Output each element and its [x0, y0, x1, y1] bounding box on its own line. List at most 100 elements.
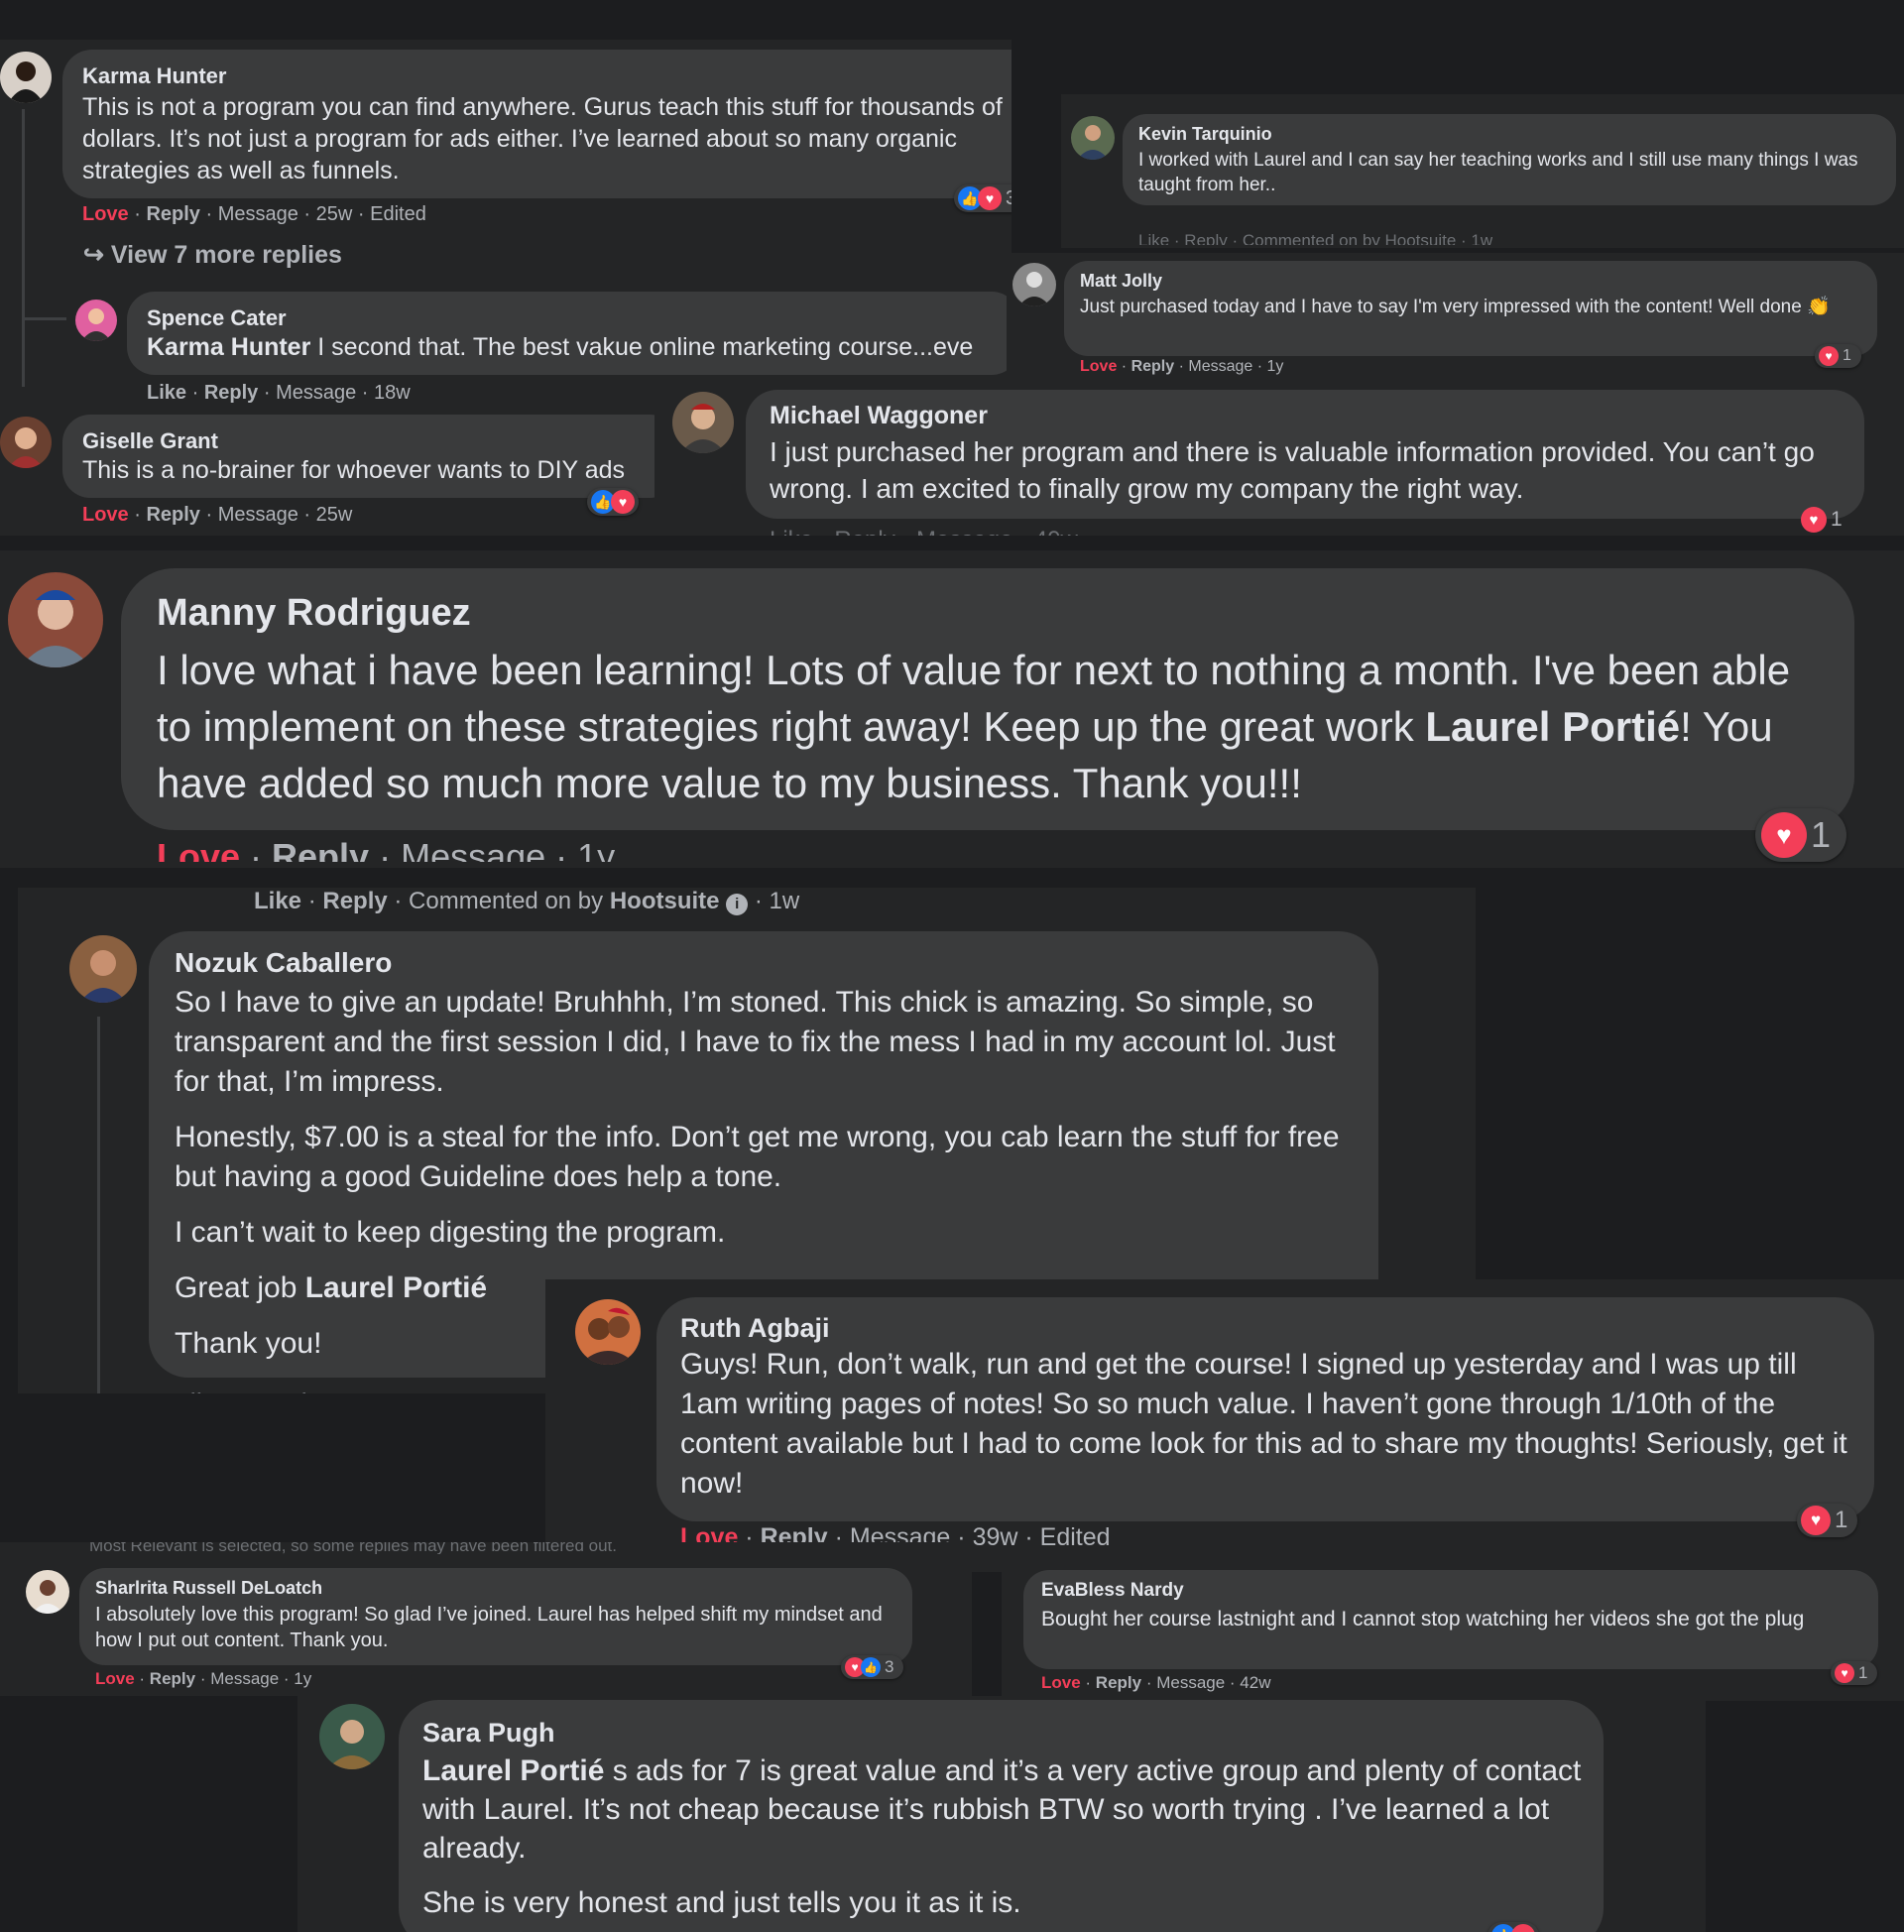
- reaction-count[interactable]: ♥ 1: [1831, 1661, 1878, 1685]
- comment-panel-evabless: EvaBless Nardy Bought her course lastnig…: [1002, 1562, 1904, 1701]
- comment-time[interactable]: 1y: [294, 1669, 311, 1688]
- heart-icon: ♥: [978, 186, 1002, 210]
- comment-text: I absolutely love this program! So glad …: [95, 1604, 883, 1651]
- comment-author[interactable]: Karma Hunter: [82, 63, 226, 89]
- heart-icon: ♥: [1819, 346, 1839, 366]
- comment-author[interactable]: Matt Jolly: [1080, 271, 1162, 292]
- avatar[interactable]: [319, 1704, 385, 1769]
- comment-author[interactable]: Sara Pugh: [422, 1718, 555, 1749]
- page-link[interactable]: Hootsuite: [610, 888, 720, 914]
- love-button[interactable]: Love: [82, 504, 129, 526]
- reply-button[interactable]: Reply: [146, 203, 199, 225]
- reaction-count[interactable]: 👍 ♥: [1488, 1922, 1539, 1932]
- avatar[interactable]: [0, 52, 52, 103]
- avatar[interactable]: [1012, 263, 1056, 306]
- reaction-number: 1: [1835, 1507, 1848, 1533]
- reaction-number: 3: [885, 1657, 894, 1676]
- reply-button[interactable]: Reply: [146, 504, 199, 526]
- reaction-count[interactable]: ♥ 1: [1797, 505, 1852, 535]
- reaction-count[interactable]: 👍 ♥ 37: [954, 184, 1012, 212]
- comment-text: This is not a program you can find anywh…: [82, 93, 1003, 184]
- heart-icon: ♥: [1511, 1924, 1535, 1932]
- reaction-count[interactable]: ♥ 1: [1815, 344, 1861, 368]
- edited-label: Edited: [370, 203, 426, 225]
- comment-author[interactable]: Nozuk Caballero: [175, 947, 392, 979]
- love-button[interactable]: Love: [157, 836, 240, 862]
- reaction-number: 1: [1811, 814, 1832, 855]
- comment-author[interactable]: Sharlrita Russell DeLoatch: [95, 1578, 322, 1599]
- comment-time[interactable]: 25w: [316, 504, 353, 526]
- comment-time[interactable]: 42w: [1240, 1673, 1270, 1692]
- reply-button[interactable]: Reply: [1096, 1673, 1141, 1692]
- avatar[interactable]: [1071, 116, 1115, 160]
- comment-author[interactable]: Ruth Agbaji: [680, 1313, 829, 1344]
- edited-label: Edited: [1039, 1523, 1111, 1551]
- comment-body: I second that. The best vakue online mar…: [310, 333, 974, 361]
- comment-body: Great job: [175, 1271, 305, 1304]
- comment-actions: Love · Reply · Message · 1y: [157, 836, 615, 862]
- like-button[interactable]: Like: [147, 382, 186, 404]
- comment-time[interactable]: 1w: [770, 888, 800, 914]
- info-icon[interactable]: i: [726, 894, 749, 915]
- reply-button[interactable]: Reply: [272, 836, 369, 862]
- reaction-count[interactable]: ♥ 1: [1755, 808, 1847, 862]
- avatar[interactable]: [26, 1570, 69, 1614]
- avatar[interactable]: [575, 1299, 641, 1365]
- reply-button[interactable]: Reply: [150, 1669, 195, 1688]
- avatar[interactable]: [0, 417, 52, 468]
- message-button[interactable]: Message: [210, 1669, 279, 1688]
- comment-text: I love what i have been learning! Lots o…: [157, 642, 1833, 811]
- reply-button[interactable]: Reply: [322, 888, 387, 914]
- message-button[interactable]: Message: [1188, 358, 1252, 375]
- avatar[interactable]: [8, 572, 103, 667]
- message-button[interactable]: Message: [218, 504, 298, 526]
- avatar[interactable]: [69, 935, 137, 1003]
- love-button[interactable]: Love: [95, 1669, 135, 1688]
- comment-actions: Love · Reply · Message · 25w: [82, 504, 353, 526]
- comment-author[interactable]: Spence Cater: [147, 305, 287, 331]
- message-button[interactable]: Message: [276, 382, 356, 404]
- mention-link[interactable]: Laurel Portié: [305, 1271, 487, 1304]
- comment-author[interactable]: Michael Waggoner: [770, 402, 988, 430]
- heart-icon: ♥: [1801, 507, 1827, 533]
- reply-button[interactable]: Reply: [204, 382, 258, 404]
- reaction-count[interactable]: 👍 ♥: [587, 488, 639, 516]
- comment-author[interactable]: Giselle Grant: [82, 428, 218, 454]
- reaction-number: 37: [1006, 186, 1012, 209]
- comment-time[interactable]: 1y: [1267, 358, 1284, 375]
- love-button[interactable]: Love: [1041, 1673, 1081, 1692]
- love-button[interactable]: Love: [1080, 358, 1117, 375]
- view-more-replies[interactable]: ↪ View 7 more replies: [83, 240, 342, 270]
- comment-time[interactable]: 18w: [374, 382, 411, 404]
- mention-link[interactable]: Karma Hunter: [147, 333, 310, 361]
- message-button[interactable]: Message: [401, 836, 545, 862]
- comment-time[interactable]: 39w: [973, 1523, 1018, 1551]
- reply-button[interactable]: Reply: [1131, 358, 1175, 375]
- mention-link[interactable]: Laurel Portié: [1425, 703, 1680, 750]
- comment-text: I just purchased her program and there i…: [770, 436, 1815, 504]
- comment-actions: Love · Reply · Message · 1y: [1080, 358, 1284, 375]
- love-button[interactable]: Love: [82, 203, 129, 225]
- comment-actions: Love · Reply · Message · 1y: [95, 1669, 312, 1688]
- comment-author[interactable]: EvaBless Nardy: [1041, 1580, 1184, 1602]
- reaction-count[interactable]: ♥ 1: [1797, 1504, 1858, 1537]
- avatar[interactable]: [75, 300, 117, 341]
- comment-time[interactable]: 1y: [577, 836, 615, 862]
- message-button[interactable]: Message: [1156, 1673, 1225, 1692]
- avatar[interactable]: [672, 392, 734, 453]
- comment-time[interactable]: 25w: [316, 203, 353, 225]
- reaction-number: 1: [1831, 508, 1843, 531]
- comment-author[interactable]: Manny Rodriguez: [157, 592, 471, 635]
- message-button[interactable]: Message: [218, 203, 298, 225]
- reaction-number: 1: [1858, 1663, 1868, 1682]
- comment-paragraph: Honestly, $7.00 is a steal for the info.…: [175, 1121, 1340, 1193]
- comment-actions: Like · Reply · Commented on by Hootsuite…: [254, 888, 800, 915]
- comment-author[interactable]: Kevin Tarquinio: [1138, 124, 1272, 145]
- heart-icon: ♥: [611, 490, 635, 514]
- comment-actions: Love · Reply · Message · 25w · Edited: [82, 203, 426, 225]
- commented-label: Commented on by: [409, 888, 604, 914]
- like-button[interactable]: Like: [254, 888, 301, 914]
- like-icon: 👍: [861, 1657, 881, 1677]
- mention-link[interactable]: Laurel Portié: [422, 1754, 604, 1787]
- reaction-count[interactable]: ♥ 👍 3: [841, 1655, 904, 1679]
